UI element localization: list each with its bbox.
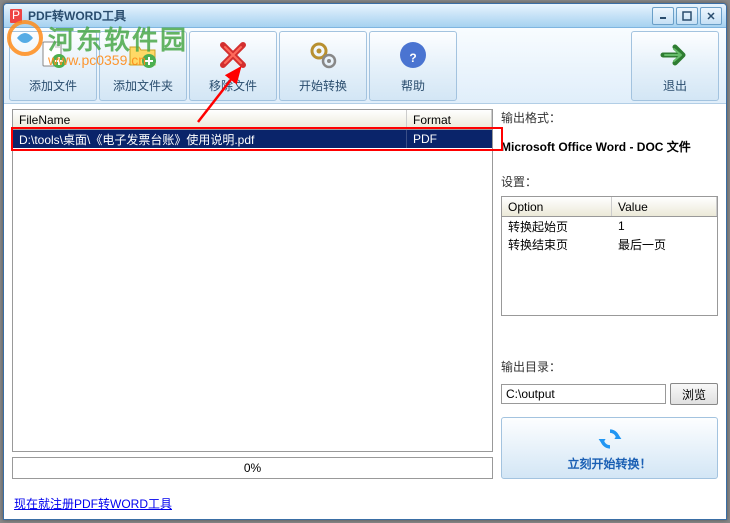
svg-text:?: ? [409, 51, 416, 65]
minimize-button[interactable] [652, 7, 674, 25]
output-format-label: 输出格式： [501, 109, 718, 126]
title-bar: P PDF转WORD工具 [4, 4, 726, 28]
add-folder-label: 添加文件夹 [113, 77, 173, 94]
settings-row[interactable]: 转换结束页 最后一页 [502, 235, 717, 253]
start-convert-button[interactable]: 开始转换 [279, 31, 367, 101]
settings-label: 设置： [501, 173, 718, 190]
option-start-page: 转换起始页 [502, 217, 612, 235]
help-icon: ? [397, 39, 429, 71]
toolbar: 添加文件 添加文件夹 移除文件 开始转换 ? 帮助 [4, 28, 726, 104]
progress-bar: 0% [12, 457, 493, 479]
value-start-page: 1 [612, 217, 717, 235]
refresh-convert-icon [596, 425, 624, 453]
column-option[interactable]: Option [502, 197, 612, 216]
svg-text:P: P [12, 8, 20, 22]
table-row[interactable]: D:\tools\桌面\《电子发票台账》使用说明.pdf PDF [13, 130, 492, 148]
exit-button[interactable]: 退出 [631, 31, 719, 101]
left-pane: FileName Format D:\tools\桌面\《电子发票台账》使用说明… [12, 109, 493, 479]
app-icon: P [8, 8, 24, 24]
file-plus-icon [37, 39, 69, 71]
output-dir-row: 浏览 [501, 383, 718, 405]
output-format-value: Microsoft Office Word - DOC 文件 [501, 132, 718, 161]
help-label: 帮助 [401, 77, 425, 94]
output-dir-input[interactable] [501, 384, 666, 404]
window-title: PDF转WORD工具 [28, 7, 652, 24]
value-end-page: 最后一页 [612, 235, 717, 253]
exit-arrow-icon [659, 39, 691, 71]
settings-table[interactable]: Option Value 转换起始页 1 转换结束页 最后一页 [501, 196, 718, 316]
convert-now-label: 立刻开始转换！ [567, 455, 651, 472]
progress-text: 0% [244, 461, 261, 475]
register-link[interactable]: 现在就注册PDF转WORD工具 [14, 497, 172, 511]
content-area: FileName Format D:\tools\桌面\《电子发票台账》使用说明… [4, 104, 726, 479]
add-file-button[interactable]: 添加文件 [9, 31, 97, 101]
settings-row[interactable]: 转换起始页 1 [502, 217, 717, 235]
column-value[interactable]: Value [612, 197, 717, 216]
add-folder-button[interactable]: 添加文件夹 [99, 31, 187, 101]
close-button[interactable] [700, 7, 722, 25]
cell-filename: D:\tools\桌面\《电子发票台账》使用说明.pdf [13, 130, 407, 148]
delete-x-icon [217, 39, 249, 71]
output-dir-label: 输出目录： [501, 358, 718, 375]
column-filename[interactable]: FileName [13, 110, 407, 129]
browse-button[interactable]: 浏览 [670, 383, 718, 405]
remove-file-button[interactable]: 移除文件 [189, 31, 277, 101]
option-end-page: 转换结束页 [502, 235, 612, 253]
start-convert-label: 开始转换 [299, 77, 347, 94]
remove-file-label: 移除文件 [209, 77, 257, 94]
column-format[interactable]: Format [407, 110, 492, 129]
footer: 现在就注册PDF转WORD工具 [14, 495, 172, 511]
table-header: FileName Format [13, 110, 492, 130]
app-window: P PDF转WORD工具 添加文件 添加文件夹 移除文件 [3, 3, 727, 520]
maximize-button[interactable] [676, 7, 698, 25]
file-list-table[interactable]: FileName Format D:\tools\桌面\《电子发票台账》使用说明… [12, 109, 493, 452]
folder-plus-icon [127, 39, 159, 71]
gears-icon [307, 39, 339, 71]
right-pane: 输出格式： Microsoft Office Word - DOC 文件 设置：… [501, 109, 718, 479]
convert-now-button[interactable]: 立刻开始转换！ [501, 417, 718, 479]
add-file-label: 添加文件 [29, 77, 77, 94]
help-button[interactable]: ? 帮助 [369, 31, 457, 101]
exit-label: 退出 [663, 77, 687, 94]
window-controls [652, 7, 722, 25]
cell-format: PDF [407, 130, 492, 148]
settings-header: Option Value [502, 197, 717, 217]
